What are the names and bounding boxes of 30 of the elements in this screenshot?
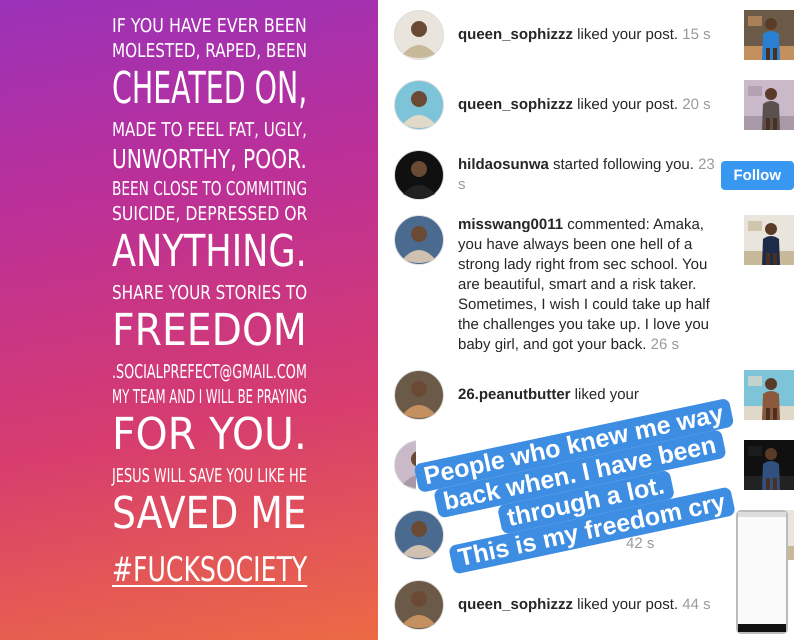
avatar[interactable] (394, 510, 444, 560)
notification-text: queen_sophizzz liked your post. 20 s (458, 95, 712, 115)
story-text: UNWORTHY, POOR. (112, 147, 307, 173)
avatar[interactable] (394, 10, 444, 60)
story-text: ANYTHING. (112, 230, 307, 274)
notification-text: queen_sophizzz liked your post. 15 s (458, 25, 712, 45)
story-text: SAVED ME (112, 492, 307, 536)
timestamp: 42 s (626, 535, 654, 552)
story-text: JESUS WILL SAVE YOU LIKE HE (112, 467, 307, 486)
notification-text: misswang0011 commented: Amaka, you have always been one hell of a strong lady right from sec school. You are beautiful, smart and a risk taker. Sometimes, I wish I could take up half the challenges you take up. I love you baby girl, and got your back. 26 s (458, 215, 711, 355)
story-text: FOR YOU. (112, 413, 307, 457)
hashtag-link[interactable]: #FUCKSOCIETY (112, 553, 308, 587)
notification-text: queen_sophizzz liked your post. 44 s (458, 595, 712, 615)
story-text: MADE TO FEEL FAT, UGLY, (112, 121, 307, 140)
story-text: FREEDOM (112, 309, 307, 353)
story-text: BEEN CLOSE TO COMMITING (112, 180, 308, 199)
story-text: MY TEAM AND I WILL BE PRAYING (112, 388, 307, 407)
follow-button[interactable]: Follow (720, 160, 794, 190)
notification-text: hildaosunwa started following you. 23 s (458, 155, 716, 195)
avatar[interactable] (394, 580, 444, 630)
story-text: SUICIDE, DEPRESSED OR (112, 205, 308, 224)
story-text: SHARE YOUR STORIES TO (112, 284, 308, 303)
avatar[interactable] (394, 80, 444, 130)
story-text: IF YOU HAVE EVER BEEN (112, 17, 307, 36)
avatar[interactable] (394, 215, 444, 265)
story-text: .SOCIALPREFECT@GMAIL.COM (112, 363, 307, 382)
story-text: CHEATED ON, (112, 67, 308, 111)
avatar[interactable] (394, 370, 444, 420)
avatar[interactable] (394, 150, 444, 200)
story-text: MOLESTED, RAPED, BEEN (112, 42, 308, 61)
